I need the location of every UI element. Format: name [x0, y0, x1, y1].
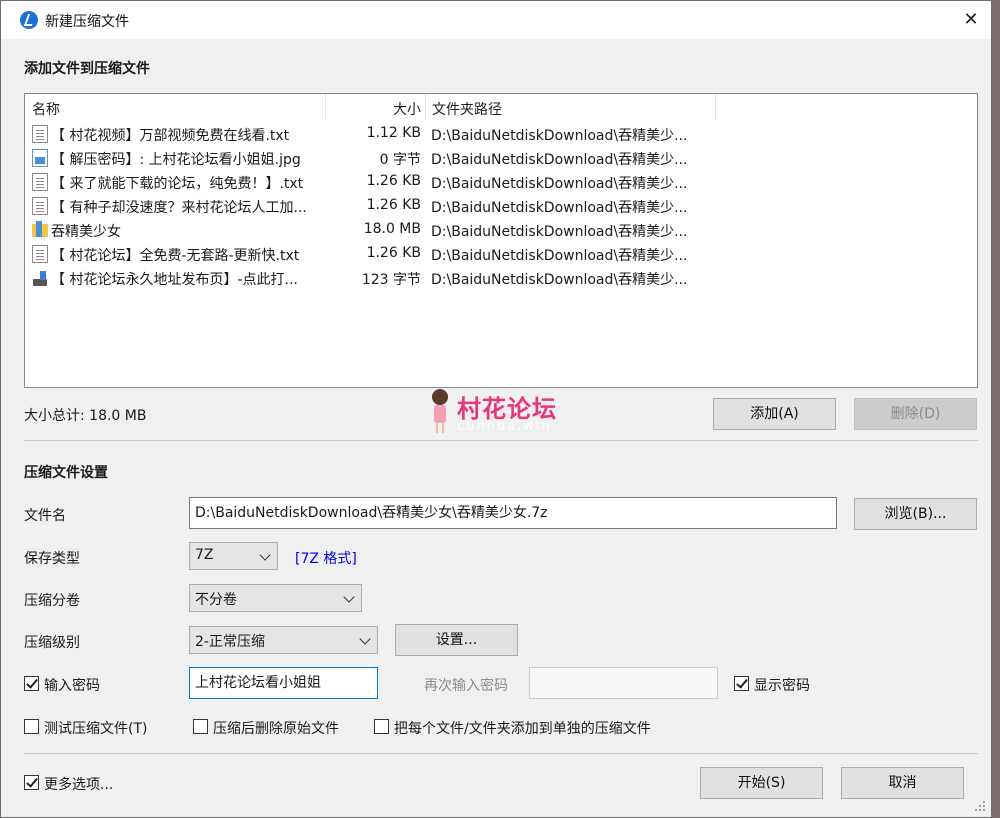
column-divider[interactable]: [715, 94, 716, 120]
text-file-icon: [32, 125, 48, 143]
file-path: D:\BaiduNetdiskDownload\吞精美少...: [431, 224, 688, 240]
save-type-select[interactable]: 7Z: [189, 542, 278, 570]
add-button[interactable]: 添加(A): [713, 398, 836, 430]
watermark-subtitle: cunhua.win: [457, 419, 552, 434]
title-bar[interactable]: 新建压缩文件 ✕: [1, 1, 991, 39]
file-size: 18.0 MB: [363, 221, 421, 237]
text-file-icon: [32, 245, 48, 263]
test-archive-label[interactable]: 测试压缩文件(T): [44, 718, 147, 738]
show-password-checkbox[interactable]: [734, 676, 749, 691]
test-archive-checkbox[interactable]: [24, 719, 39, 734]
total-size-label: 大小总计: 18.0 MB: [24, 408, 147, 424]
text-file-icon: [32, 173, 48, 191]
file-name: 【 有种子却没速度？来村花论坛人工加...: [51, 200, 307, 216]
file-path: D:\BaiduNetdiskDownload\吞精美少...: [431, 152, 688, 168]
filename-input[interactable]: D:\BaiduNetdiskDownload\吞精美少女\吞精美少女.7z: [189, 497, 837, 529]
column-header-size[interactable]: 大小: [325, 99, 421, 119]
file-row[interactable]: 【 来了就能下载的论坛，纯免费！】.txt 1.26 KB D:\BaiduNe…: [25, 170, 977, 194]
file-name: 【 村花视频】万部视频免费在线看.txt: [51, 128, 290, 144]
file-name: 【 村花论坛永久地址发布页】-点此打...: [51, 272, 298, 288]
archive-settings-title: 压缩文件设置: [24, 465, 108, 481]
split-volume-label: 压缩分卷: [24, 593, 80, 609]
split-volume-select[interactable]: 不分卷: [189, 584, 362, 612]
close-icon[interactable]: ✕: [957, 7, 985, 33]
file-path: D:\BaiduNetdiskDownload\吞精美少...: [431, 128, 688, 144]
cancel-button[interactable]: 取消: [841, 767, 964, 799]
file-size: 1.12 KB: [366, 125, 421, 141]
girl-figure-icon: [429, 389, 451, 435]
compression-level-value: 2-正常压缩: [195, 634, 265, 650]
chevron-down-icon: [343, 591, 355, 603]
file-size: 0 字节: [379, 152, 421, 168]
column-divider[interactable]: [325, 94, 326, 120]
password-confirm-label: 再次输入密码: [424, 678, 508, 694]
show-password-label[interactable]: 显示密码: [754, 675, 810, 695]
separate-archives-label[interactable]: 把每个文件/文件夹添加到单独的压缩文件: [394, 718, 651, 738]
compression-level-label: 压缩级别: [24, 635, 80, 651]
file-row[interactable]: 吞精美少女 18.0 MB D:\BaiduNetdiskDownload\吞精…: [25, 218, 977, 242]
more-options-label[interactable]: 更多选项...: [44, 774, 113, 794]
divider: [24, 440, 978, 441]
start-button[interactable]: 开始(S): [700, 767, 823, 799]
password-confirm-input[interactable]: [529, 667, 718, 699]
folder-icon: [32, 221, 48, 239]
app-logo-icon: [20, 11, 38, 29]
column-divider[interactable]: [425, 94, 426, 120]
separate-archives-checkbox[interactable]: [374, 719, 389, 734]
column-header-name[interactable]: 名称: [32, 99, 60, 119]
file-row[interactable]: 【 解压密码】: 上村花论坛看小姐姐.jpg 0 字节 D:\BaiduNetd…: [25, 146, 977, 170]
compression-settings-button[interactable]: 设置...: [395, 624, 518, 656]
file-row[interactable]: 【 村花论坛永久地址发布页】-点此打... 123 字节 D:\BaiduNet…: [25, 266, 977, 290]
file-list-header: 名称 大小 文件夹路径: [25, 94, 977, 120]
window-title: 新建压缩文件: [45, 14, 129, 30]
new-archive-dialog: 新建压缩文件 ✕ 添加文件到压缩文件 名称 大小 文件夹路径 【 村花视频】万部…: [0, 0, 992, 818]
split-volume-value: 不分卷: [195, 592, 237, 608]
file-list[interactable]: 名称 大小 文件夹路径 【 村花视频】万部视频免费在线看.txt 1.12 KB…: [24, 93, 978, 388]
file-size: 1.26 KB: [366, 173, 421, 189]
save-type-value: 7Z: [195, 547, 214, 563]
file-name: 吞精美少女: [51, 224, 121, 240]
delete-after-label[interactable]: 压缩后删除原始文件: [213, 718, 339, 738]
chevron-down-icon: [259, 549, 271, 561]
file-row[interactable]: 【 村花论坛】全免费-无套路-更新快.txt 1.26 KB D:\BaiduN…: [25, 242, 977, 266]
divider: [24, 753, 978, 754]
image-file-icon: [32, 149, 48, 167]
file-size: 1.26 KB: [366, 245, 421, 261]
delete-button[interactable]: 删除(D): [854, 398, 977, 430]
watermark-logo: 村花论坛 cunhua.win: [429, 389, 589, 437]
save-type-label: 保存类型: [24, 551, 80, 567]
file-path: D:\BaiduNetdiskDownload\吞精美少...: [431, 176, 688, 192]
file-name: 【 解压密码】: 上村花论坛看小姐姐.jpg: [51, 152, 301, 168]
password-checkbox[interactable]: [24, 676, 39, 691]
filename-label: 文件名: [24, 508, 66, 524]
file-size: 123 字节: [361, 272, 421, 288]
file-name: 【 来了就能下载的论坛，纯免费！】.txt: [51, 176, 304, 192]
text-file-icon: [32, 197, 48, 215]
password-input[interactable]: 上村花论坛看小姐姐: [189, 667, 378, 699]
password-checkbox-label[interactable]: 输入密码: [44, 675, 100, 695]
more-options-checkbox[interactable]: [24, 775, 39, 790]
add-files-section-title: 添加文件到压缩文件: [24, 61, 150, 77]
delete-after-checkbox[interactable]: [193, 719, 208, 734]
browse-button[interactable]: 浏览(B)...: [854, 498, 977, 530]
file-row[interactable]: 【 村花视频】万部视频免费在线看.txt 1.12 KB D:\BaiduNet…: [25, 122, 977, 146]
shortcut-file-icon: [32, 269, 48, 287]
file-name: 【 村花论坛】全免费-无套路-更新快.txt: [51, 248, 300, 264]
file-path: D:\BaiduNetdiskDownload\吞精美少...: [431, 200, 688, 216]
file-path: D:\BaiduNetdiskDownload\吞精美少...: [431, 272, 688, 288]
compression-level-select[interactable]: 2-正常压缩: [189, 626, 378, 654]
file-path: D:\BaiduNetdiskDownload\吞精美少...: [431, 248, 688, 264]
file-row[interactable]: 【 有种子却没速度？来村花论坛人工加... 1.26 KB D:\BaiduNe…: [25, 194, 977, 218]
format-link[interactable]: [7Z 格式]: [295, 548, 357, 568]
column-header-path[interactable]: 文件夹路径: [432, 99, 502, 119]
resize-grip-icon[interactable]: [973, 799, 987, 813]
chevron-down-icon: [359, 633, 371, 645]
file-size: 1.26 KB: [366, 197, 421, 213]
